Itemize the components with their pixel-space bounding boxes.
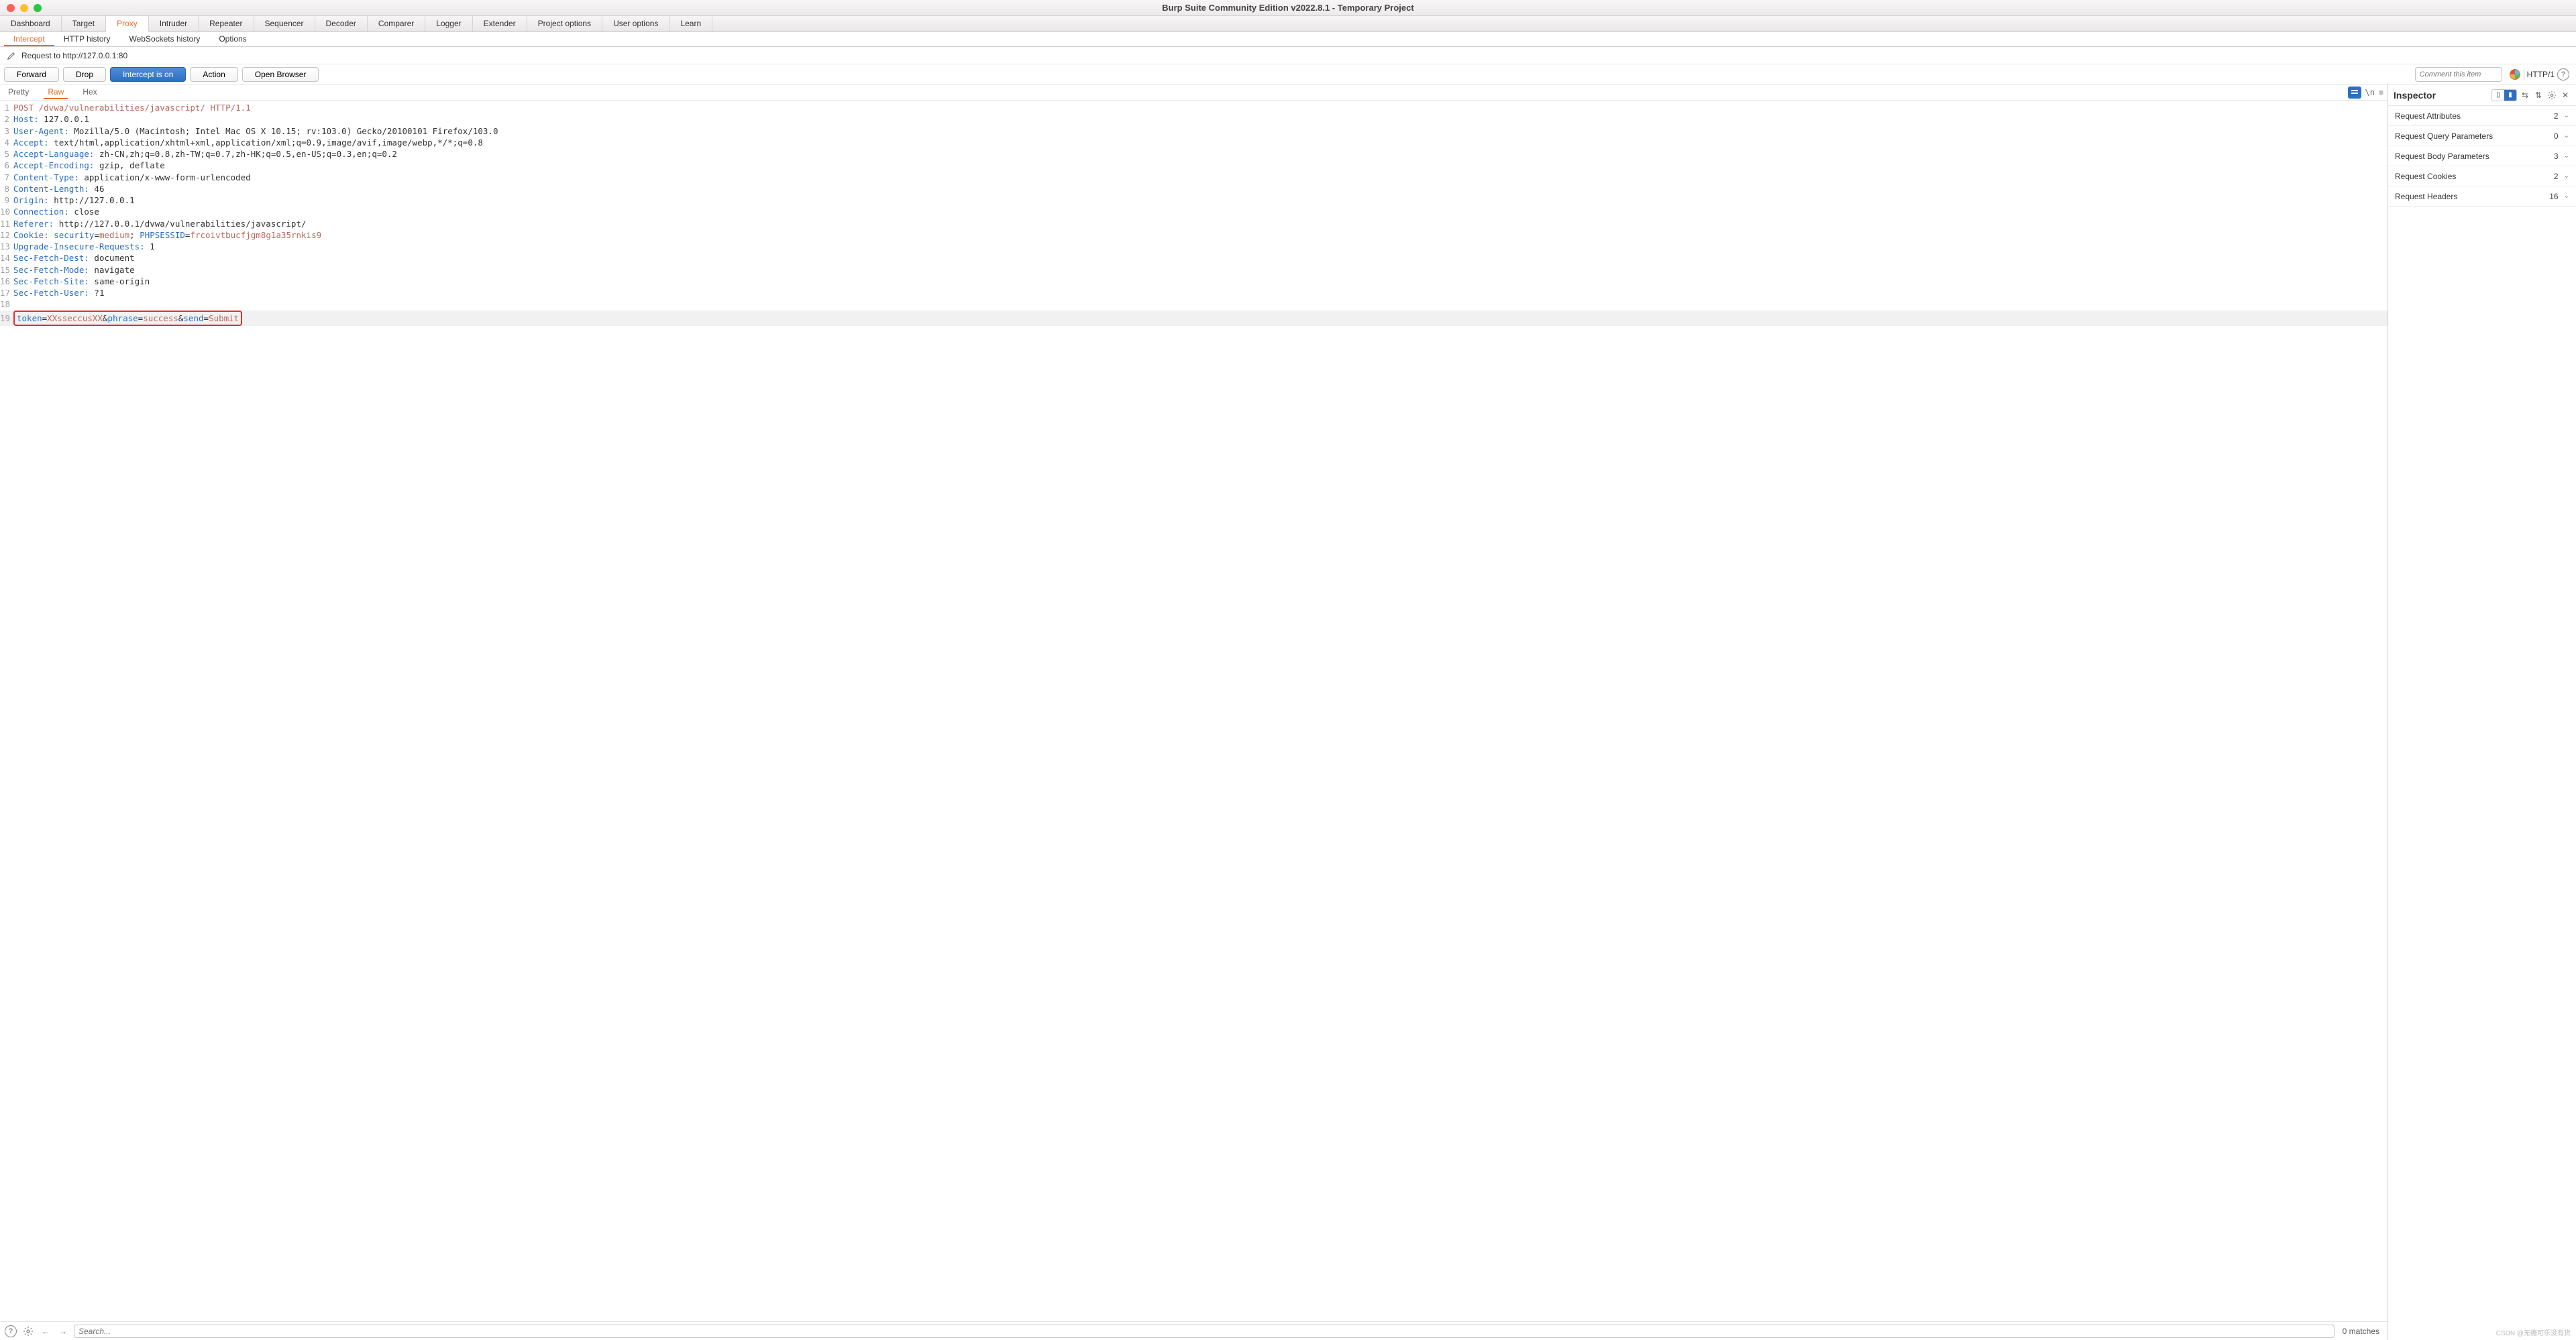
view-tab-hex[interactable]: Hex [78, 86, 101, 99]
prev-match-icon[interactable]: ← [39, 1325, 52, 1338]
collapse-icon[interactable]: ⇅ [2533, 90, 2544, 101]
sub-tab-intercept[interactable]: Intercept [4, 32, 54, 46]
main-tab-comparer[interactable]: Comparer [368, 16, 425, 32]
layout-toggle[interactable]: ▯▮ [2491, 89, 2517, 101]
chevron-down-icon: ⌄ [2564, 152, 2569, 160]
view-mode-tabs: Pretty Raw Hex \n ≡ [0, 85, 2387, 101]
main-tab-sequencer[interactable]: Sequencer [254, 16, 315, 32]
request-info-bar: Request to http://127.0.0.1:80 [0, 47, 2576, 64]
help-icon[interactable]: ? [4, 1325, 17, 1338]
inspector-panel: Inspector ▯▮ ⇆ ⇅ ✕ Request Attributes2⌄R… [2388, 85, 2576, 1340]
hamburger-menu-icon[interactable]: ≡ [2379, 88, 2383, 97]
chevron-down-icon: ⌄ [2564, 172, 2569, 180]
sub-tab-options[interactable]: Options [209, 32, 256, 46]
highlight-color-icon[interactable] [2509, 68, 2521, 80]
main-tab-proxy[interactable]: Proxy [106, 16, 149, 32]
forward-button[interactable]: Forward [4, 67, 59, 82]
watermark-text: CSDN @无糖可乐没有货 [2496, 1327, 2571, 1337]
main-tab-dashboard[interactable]: Dashboard [0, 16, 62, 32]
inspector-section-request-cookies[interactable]: Request Cookies2⌄ [2388, 166, 2576, 186]
http-request-editor[interactable]: 1POST /dvwa/vulnerabilities/javascript/ … [0, 101, 2387, 1321]
inspector-title: Inspector [2394, 90, 2489, 101]
sub-tab-websockets-history[interactable]: WebSockets history [120, 32, 210, 46]
expand-icon[interactable]: ⇆ [2520, 90, 2530, 101]
main-tab-user-options[interactable]: User options [602, 16, 669, 32]
inspector-section-request-body-parameters[interactable]: Request Body Parameters3⌄ [2388, 146, 2576, 166]
inspector-section-request-query-parameters[interactable]: Request Query Parameters0⌄ [2388, 126, 2576, 146]
comment-input[interactable] [2415, 67, 2502, 82]
settings-gear-icon[interactable] [21, 1325, 35, 1338]
sub-tab-http-history[interactable]: HTTP history [54, 32, 120, 46]
main-tab-repeater[interactable]: Repeater [199, 16, 254, 32]
inspector-section-request-headers[interactable]: Request Headers16⌄ [2388, 186, 2576, 207]
chevron-down-icon: ⌄ [2564, 132, 2569, 139]
main-tab-learn[interactable]: Learn [669, 16, 712, 32]
open-browser-button[interactable]: Open Browser [242, 67, 319, 82]
help-icon[interactable]: ? [2557, 68, 2569, 80]
message-editor-panel: Pretty Raw Hex \n ≡ 1POST /dvwa/vulnerabil… [0, 85, 2388, 1340]
match-count-label: 0 matches [2339, 1327, 2383, 1336]
view-tab-raw[interactable]: Raw [44, 86, 68, 99]
search-bar: ? ← → 0 matches [0, 1321, 2387, 1340]
window-title: Burp Suite Community Edition v2022.8.1 -… [0, 3, 2576, 13]
gear-icon[interactable] [2546, 90, 2557, 101]
view-tab-pretty[interactable]: Pretty [4, 86, 33, 99]
chevron-down-icon: ⌄ [2564, 112, 2569, 119]
edit-icon [7, 51, 16, 60]
search-input[interactable] [74, 1325, 2334, 1338]
intercept-toggle-button[interactable]: Intercept is on [110, 67, 186, 82]
main-tab-decoder[interactable]: Decoder [315, 16, 368, 32]
intercept-action-bar: Forward Drop Intercept is on Action Open… [0, 64, 2576, 85]
actions-panel-icon[interactable] [2348, 87, 2361, 99]
main-tab-target[interactable]: Target [62, 16, 106, 32]
window-titlebar: Burp Suite Community Edition v2022.8.1 -… [0, 0, 2576, 16]
chevron-down-icon: ⌄ [2564, 192, 2569, 200]
http-version-label: HTTP/1 [2527, 70, 2555, 79]
inspector-section-request-attributes[interactable]: Request Attributes2⌄ [2388, 106, 2576, 126]
request-target-label: Request to http://127.0.0.1:80 [21, 51, 127, 60]
proxy-sub-tab-bar: InterceptHTTP historyWebSockets historyO… [0, 32, 2576, 47]
main-tab-project-options[interactable]: Project options [527, 16, 602, 32]
action-button[interactable]: Action [190, 67, 237, 82]
close-icon[interactable]: ✕ [2560, 90, 2571, 101]
main-tab-extender[interactable]: Extender [473, 16, 527, 32]
newline-indicator-icon[interactable]: \n [2365, 88, 2375, 97]
main-tab-intruder[interactable]: Intruder [149, 16, 199, 32]
next-match-icon[interactable]: → [56, 1325, 70, 1338]
main-tab-logger[interactable]: Logger [425, 16, 472, 32]
main-tab-bar: DashboardTargetProxyIntruderRepeaterSequ… [0, 16, 2576, 32]
drop-button[interactable]: Drop [63, 67, 106, 82]
